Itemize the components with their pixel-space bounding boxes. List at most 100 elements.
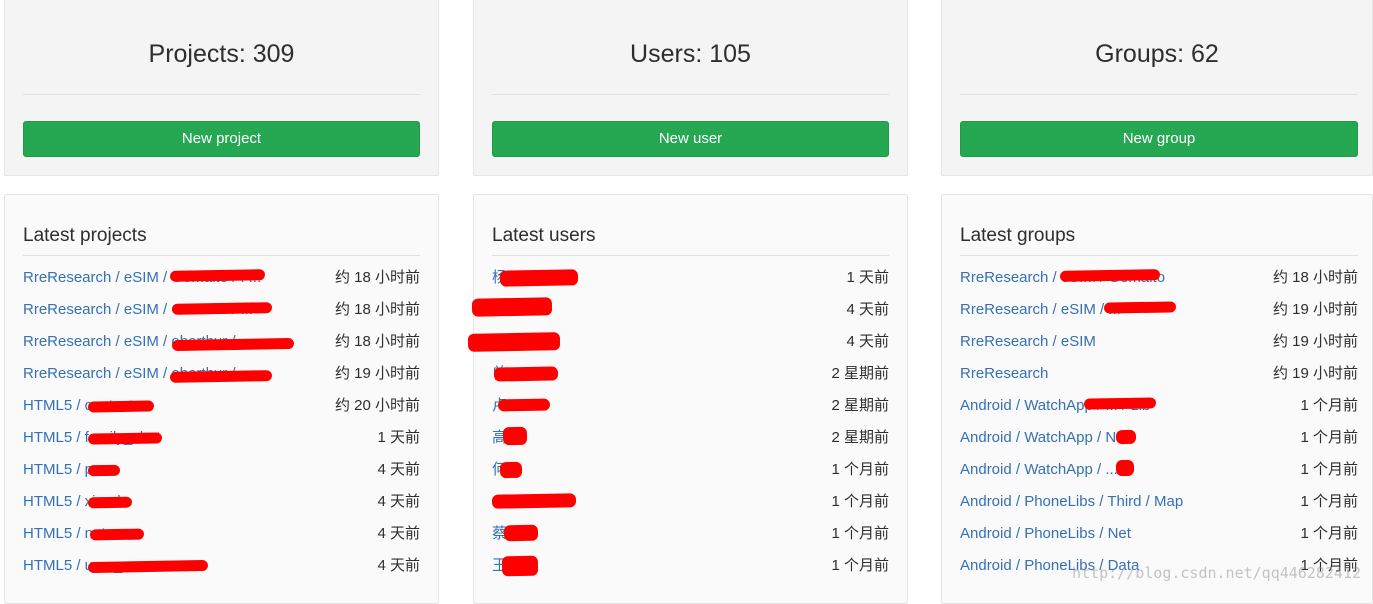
timestamp: 1 个月前 — [1300, 557, 1358, 574]
list-item: 杨 1 天前 — [492, 269, 889, 301]
timestamp: 约 18 小时前 — [334, 301, 420, 318]
list-item: HTML5 / p... 4 天前 — [23, 461, 420, 493]
group-link[interactable]: Android / PhoneLibs / Data — [960, 557, 1139, 575]
project-link[interactable]: HTML5 / xiaodu — [23, 493, 129, 511]
project-link[interactable]: RreResearch / eSIM / Gemalto / ... — [23, 301, 253, 319]
timestamp: 1 个月前 — [1300, 525, 1358, 542]
list-item: RreResearch / eSIM / oberthur / ... 约 19 … — [23, 365, 420, 397]
timestamp: 4 天前 — [377, 461, 420, 478]
user-link[interactable]: 何 — [492, 461, 507, 479]
user-link[interactable]: 高 — [492, 429, 507, 447]
latest-projects-panel: Latest projects RreResearch / eSIM / Gem… — [4, 194, 439, 604]
new-group-button[interactable]: New group — [960, 121, 1358, 157]
timestamp: 1 个月前 — [1300, 429, 1358, 446]
group-link[interactable]: Android / WatchApp / N... — [960, 429, 1129, 447]
timestamp: 4 天前 — [846, 301, 889, 318]
group-link[interactable]: Android / PhoneLibs / Third / Map — [960, 493, 1183, 511]
list-item: RreResearch 约 19 小时前 — [960, 365, 1358, 397]
list-item: 王 1 个月前 — [492, 557, 889, 589]
user-link[interactable]: 蔡 — [492, 525, 507, 543]
project-link[interactable]: HTML5 / p... — [23, 461, 106, 479]
list-item: 1 个月前 — [492, 493, 889, 525]
timestamp: 约 19 小时前 — [334, 365, 420, 382]
list-item: HTML5 / xiaodu 4 天前 — [23, 493, 420, 525]
projects-stat-panel: Projects: 309 New project — [4, 0, 439, 176]
group-link[interactable]: RreResearch / eSIM / ... — [960, 301, 1121, 319]
timestamp: 约 18 小时前 — [1272, 269, 1358, 286]
list-item: Android / PhoneLibs / Net 1 个月前 — [960, 525, 1358, 557]
timestamp: 1 个月前 — [831, 525, 889, 542]
latest-projects-heading: Latest projects — [23, 223, 420, 256]
project-link[interactable]: HTML5 / contact — [23, 397, 133, 415]
timestamp: 2 星期前 — [831, 365, 889, 382]
list-item: HTML5 / family_chat 1 天前 — [23, 429, 420, 461]
list-item: RreResearch / eSIM 约 19 小时前 — [960, 333, 1358, 365]
list-item: RreResearch / eSIM / Gemalto 约 18 小时前 — [960, 269, 1358, 301]
new-user-button[interactable]: New user — [492, 121, 889, 157]
list-item: Android / PhoneLibs / Data 1 个月前 — [960, 557, 1358, 589]
latest-groups-panel: Latest groups RreResearch / eSIM / Gemal… — [941, 194, 1373, 604]
timestamp: 约 19 小时前 — [1272, 301, 1358, 318]
project-link[interactable]: RreResearch / eSIM / Gemalto / P... — [23, 269, 261, 287]
user-link[interactable]: 王 — [492, 557, 507, 575]
timestamp: 1 天前 — [377, 429, 420, 446]
timestamp: 1 天前 — [846, 269, 889, 286]
timestamp: 1 个月前 — [831, 493, 889, 510]
user-link[interactable]: 曹 — [492, 333, 507, 351]
users-stat-panel: Users: 105 New user — [473, 0, 908, 176]
list-item: RreResearch / eSIM / Gemalto / ... 约 18 小… — [23, 301, 420, 333]
user-link[interactable]: 杨 — [492, 269, 507, 287]
timestamp: 约 19 小时前 — [1272, 333, 1358, 350]
timestamp: 约 19 小时前 — [1272, 365, 1358, 382]
group-link[interactable]: Android / WatchApp / ... / Lib — [960, 397, 1150, 415]
list-item: 曾 2 星期前 — [492, 365, 889, 397]
list-item: RreResearch / eSIM / oberthur / ... 约 18 … — [23, 333, 420, 365]
timestamp: 1 个月前 — [1300, 397, 1358, 414]
list-item: 蔡 1 个月前 — [492, 525, 889, 557]
list-item: 高 2 星期前 — [492, 429, 889, 461]
latest-users-list: 杨 1 天前 4 天前 曹 4 天前 曾 2 星期前 卢 2 星期前 高 2 星期前 何 1… — [492, 269, 889, 589]
group-link[interactable]: Android / WatchApp / ... — [960, 461, 1118, 479]
list-item: Android / WatchApp / ... 1 个月前 — [960, 461, 1358, 493]
project-link[interactable]: RreResearch / eSIM / oberthur / ... — [23, 333, 252, 351]
list-item: Android / WatchApp / N... 1 个月前 — [960, 429, 1358, 461]
latest-users-panel: Latest users 杨 1 天前 4 天前 曹 4 天前 曾 2 星期前 卢 2 … — [473, 194, 908, 604]
timestamp: 约 20 小时前 — [334, 397, 420, 414]
list-item: HTML5 / netease 4 天前 — [23, 525, 420, 557]
timestamp: 4 天前 — [377, 525, 420, 542]
list-item: 4 天前 — [492, 301, 889, 333]
group-link[interactable]: RreResearch / eSIM — [960, 333, 1096, 351]
group-link[interactable]: RreResearch / eSIM / Gemalto — [960, 269, 1165, 287]
latest-groups-heading: Latest groups — [960, 223, 1358, 256]
user-link[interactable]: 卢 — [492, 397, 507, 415]
timestamp: 约 18 小时前 — [334, 333, 420, 350]
list-item: 卢 2 星期前 — [492, 397, 889, 429]
new-project-button[interactable]: New project — [23, 121, 420, 157]
timestamp: 2 星期前 — [831, 397, 889, 414]
project-link[interactable]: HTML5 / netease — [23, 525, 138, 543]
timestamp: 约 18 小时前 — [334, 269, 420, 286]
groups-stat-panel: Groups: 62 New group — [941, 0, 1373, 176]
list-item: 曹 4 天前 — [492, 333, 889, 365]
timestamp: 1 个月前 — [1300, 461, 1358, 478]
list-item: RreResearch / eSIM / ... 约 19 小时前 — [960, 301, 1358, 333]
list-item: Android / WatchApp / ... / Lib 1 个月前 — [960, 397, 1358, 429]
projects-count-title: Projects: 309 — [148, 40, 295, 68]
divider — [23, 94, 420, 95]
timestamp: 4 天前 — [377, 493, 420, 510]
project-link[interactable]: RreResearch / eSIM / oberthur / ... — [23, 365, 252, 383]
list-item: 何 1 个月前 — [492, 461, 889, 493]
timestamp: 2 星期前 — [831, 429, 889, 446]
group-link[interactable]: Android / PhoneLibs / Net — [960, 525, 1131, 543]
divider — [960, 94, 1358, 95]
groups-count-title: Groups: 62 — [1095, 40, 1219, 68]
list-item: HTML5 / user_c... 4 天前 — [23, 557, 420, 589]
divider — [492, 94, 889, 95]
project-link[interactable]: HTML5 / user_c... — [23, 557, 142, 575]
timestamp: 4 天前 — [846, 333, 889, 350]
list-item: RreResearch / eSIM / Gemalto / P... 约 18 … — [23, 269, 420, 301]
user-link[interactable]: 曾 — [492, 365, 507, 383]
timestamp: 1 个月前 — [831, 461, 889, 478]
group-link[interactable]: RreResearch — [960, 365, 1048, 383]
project-link[interactable]: HTML5 / family_chat — [23, 429, 161, 447]
